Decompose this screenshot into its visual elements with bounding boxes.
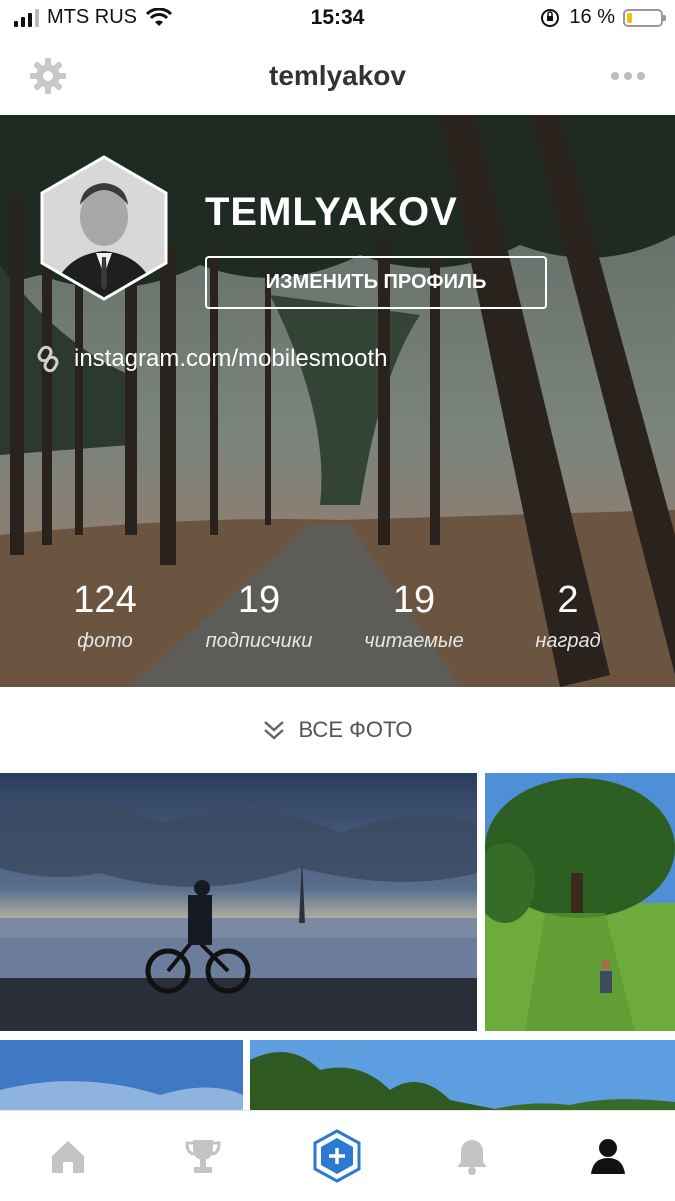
profile-header: TEMLYAKOV ИЗМЕНИТЬ ПРОФИЛЬ instagram.com… bbox=[0, 115, 675, 687]
photo-sky bbox=[0, 1040, 243, 1110]
trophy-icon bbox=[185, 1140, 221, 1173]
profile-username: TEMLYAKOV bbox=[205, 190, 458, 234]
all-photos-toggle[interactable]: ВСЕ ФОТО bbox=[0, 687, 675, 773]
orientation-lock-icon bbox=[541, 8, 560, 27]
profile-stats: 124 фото 19 подписчики 19 читаемые 2 наг… bbox=[0, 579, 675, 669]
status-bar: MTS RUS 15:34 16 % bbox=[0, 0, 675, 40]
page-title: temlyakov bbox=[269, 60, 406, 91]
stat-photos[interactable]: 124 фото bbox=[20, 579, 190, 653]
stat-followers[interactable]: 19 подписчики bbox=[174, 579, 344, 653]
link-icon bbox=[37, 345, 59, 373]
tab-profile[interactable] bbox=[583, 1131, 633, 1181]
stat-label: фото bbox=[77, 630, 133, 652]
stat-value: 19 bbox=[237, 579, 281, 621]
tab-awards[interactable] bbox=[178, 1131, 228, 1181]
stat-value: 2 bbox=[557, 579, 579, 621]
photo-thumbnail[interactable] bbox=[250, 1040, 675, 1110]
avatar[interactable] bbox=[40, 155, 168, 301]
battery-percent: 16 % bbox=[569, 6, 615, 28]
photo-thumbnail[interactable] bbox=[0, 1040, 243, 1110]
stat-label: подписчики bbox=[205, 630, 313, 652]
profile-link[interactable]: instagram.com/mobilesmooth bbox=[36, 345, 387, 373]
edit-profile-button[interactable]: ИЗМЕНИТЬ ПРОФИЛЬ bbox=[205, 256, 547, 309]
tab-home[interactable] bbox=[43, 1131, 93, 1181]
add-photo-icon bbox=[313, 1129, 361, 1183]
navigation-bar: temlyakov bbox=[0, 40, 675, 115]
double-chevron-down-icon bbox=[264, 721, 285, 740]
stat-value: 124 bbox=[73, 579, 137, 621]
photo-oak-meadow bbox=[485, 773, 675, 1031]
all-photos-label: ВСЕ ФОТО bbox=[298, 717, 413, 742]
photo-bike-embankment bbox=[0, 773, 477, 1031]
tab-notifications[interactable] bbox=[447, 1131, 497, 1181]
user-icon bbox=[591, 1139, 625, 1174]
stat-following[interactable]: 19 читаемые bbox=[329, 579, 499, 653]
photo-thumbnail[interactable] bbox=[0, 773, 477, 1031]
status-right: 16 % bbox=[539, 6, 666, 29]
more-dots-icon[interactable] bbox=[611, 72, 645, 80]
battery-icon bbox=[623, 8, 666, 27]
stat-label: наград bbox=[535, 630, 601, 652]
stat-label: читаемые bbox=[364, 630, 464, 652]
stat-awards[interactable]: 2 наград bbox=[483, 579, 653, 653]
bell-icon bbox=[457, 1140, 487, 1175]
home-icon bbox=[52, 1141, 84, 1173]
stat-value: 19 bbox=[392, 579, 436, 621]
photo-thumbnail[interactable] bbox=[485, 773, 675, 1031]
tab-upload[interactable] bbox=[312, 1129, 362, 1183]
profile-link-text[interactable]: instagram.com/mobilesmooth bbox=[74, 345, 387, 373]
tab-bar bbox=[0, 1110, 675, 1201]
photo-trees bbox=[250, 1040, 675, 1110]
